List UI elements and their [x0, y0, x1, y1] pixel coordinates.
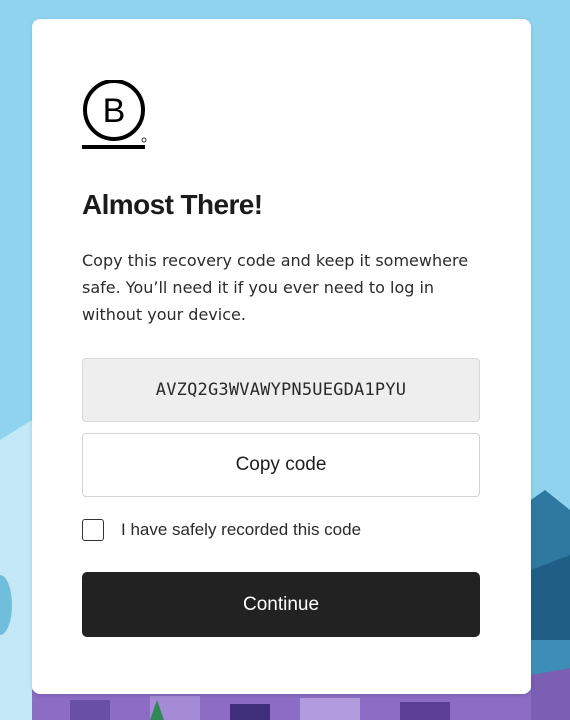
instructions-text: Copy this recovery code and keep it some…: [82, 251, 469, 324]
recorded-checkbox-label[interactable]: I have safely recorded this code: [121, 520, 361, 540]
svg-text:B: B: [103, 92, 126, 130]
b-corp-logo-icon: B: [82, 80, 147, 149]
recorded-checkbox[interactable]: [82, 519, 104, 541]
recovery-code-box: AVZQ2G3WVAWYPN5UEGDA1PYU: [82, 358, 480, 422]
copy-code-button[interactable]: Copy code: [82, 433, 480, 497]
recorded-confirmation-row: I have safely recorded this code: [82, 517, 361, 543]
recovery-code-card: B Almost There! Copy this recovery code …: [32, 19, 531, 694]
page-title: Almost There!: [82, 189, 263, 220]
continue-button[interactable]: Continue: [82, 572, 480, 637]
recovery-code: AVZQ2G3WVAWYPN5UEGDA1PYU: [155, 380, 407, 400]
